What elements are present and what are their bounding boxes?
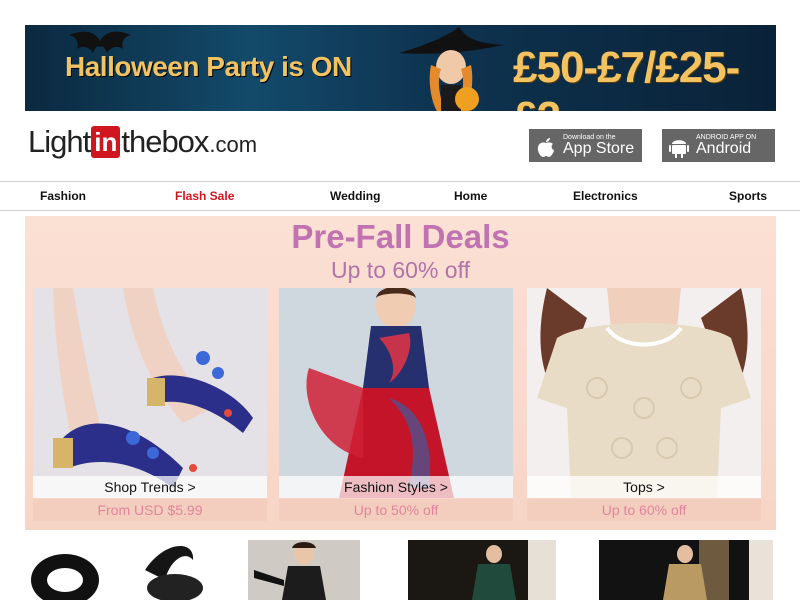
tile-label: Tops > <box>527 476 761 498</box>
nav-item-electronics[interactable]: Electronics <box>573 189 638 203</box>
app-store-button[interactable]: Download on the App Store <box>529 129 642 162</box>
lace-top-image <box>527 288 761 498</box>
tile-label: Shop Trends > <box>33 476 267 498</box>
sandals-image <box>33 288 267 498</box>
deal-tile-fashion-styles[interactable]: Fashion Styles > Up to 50% off <box>279 288 513 528</box>
product-thumb-gold-gown[interactable] <box>599 540 773 600</box>
product-thumb-feather-accessories[interactable] <box>25 540 225 600</box>
dress-image <box>279 288 513 498</box>
deal-tile-shop-trends[interactable]: Shop Trends > From USD $5.99 <box>33 288 267 528</box>
nav-item-home[interactable]: Home <box>454 189 487 203</box>
site-logo[interactable]: Light in thebox .com <box>28 124 257 160</box>
nav-item-flash-sale[interactable]: Flash Sale <box>175 189 234 203</box>
android-app-button[interactable]: ANDROID APP ON Android <box>662 129 775 162</box>
logo-light: Light <box>28 124 91 159</box>
logo-thebox: thebox <box>121 124 209 159</box>
product-thumb-flapper-dress[interactable] <box>248 540 360 600</box>
feather-boa-image <box>25 540 225 600</box>
green-gown-image <box>408 540 556 600</box>
tile-price: From USD $5.99 <box>33 499 267 521</box>
logo-tld: .com <box>209 132 258 157</box>
deals-title: Pre-Fall Deals <box>291 218 510 255</box>
witch-illustration <box>399 27 503 111</box>
nav-item-wedding[interactable]: Wedding <box>330 189 380 203</box>
product-thumb-green-gown[interactable] <box>408 540 556 600</box>
tile-price: Up to 50% off <box>279 499 513 521</box>
deal-tile-tops[interactable]: Tops > Up to 60% off <box>527 288 761 528</box>
gold-gown-image <box>599 540 773 600</box>
apple-icon <box>537 137 554 157</box>
flapper-dress-image <box>248 540 360 600</box>
nav-item-sports[interactable]: Sports <box>729 189 767 203</box>
tile-label: Fashion Styles > <box>279 476 513 498</box>
android-big: Android <box>696 140 752 157</box>
banner-promo: £50-£7/£25-£2 <box>513 43 740 111</box>
banner-headline: Halloween Party is ON <box>65 51 352 82</box>
main-nav: Fashion Flash Sale Wedding Home Electron… <box>0 181 800 211</box>
logo-in: in <box>91 126 121 158</box>
android-icon <box>669 139 689 158</box>
nav-item-fashion[interactable]: Fashion <box>40 189 86 203</box>
halloween-banner[interactable]: Halloween Party is ON £50-£7/£25-£2 <box>25 25 776 111</box>
deals-subtitle: Up to 60% off <box>331 257 470 283</box>
app-store-big: App Store <box>563 140 635 157</box>
tile-price: Up to 60% off <box>527 499 761 521</box>
